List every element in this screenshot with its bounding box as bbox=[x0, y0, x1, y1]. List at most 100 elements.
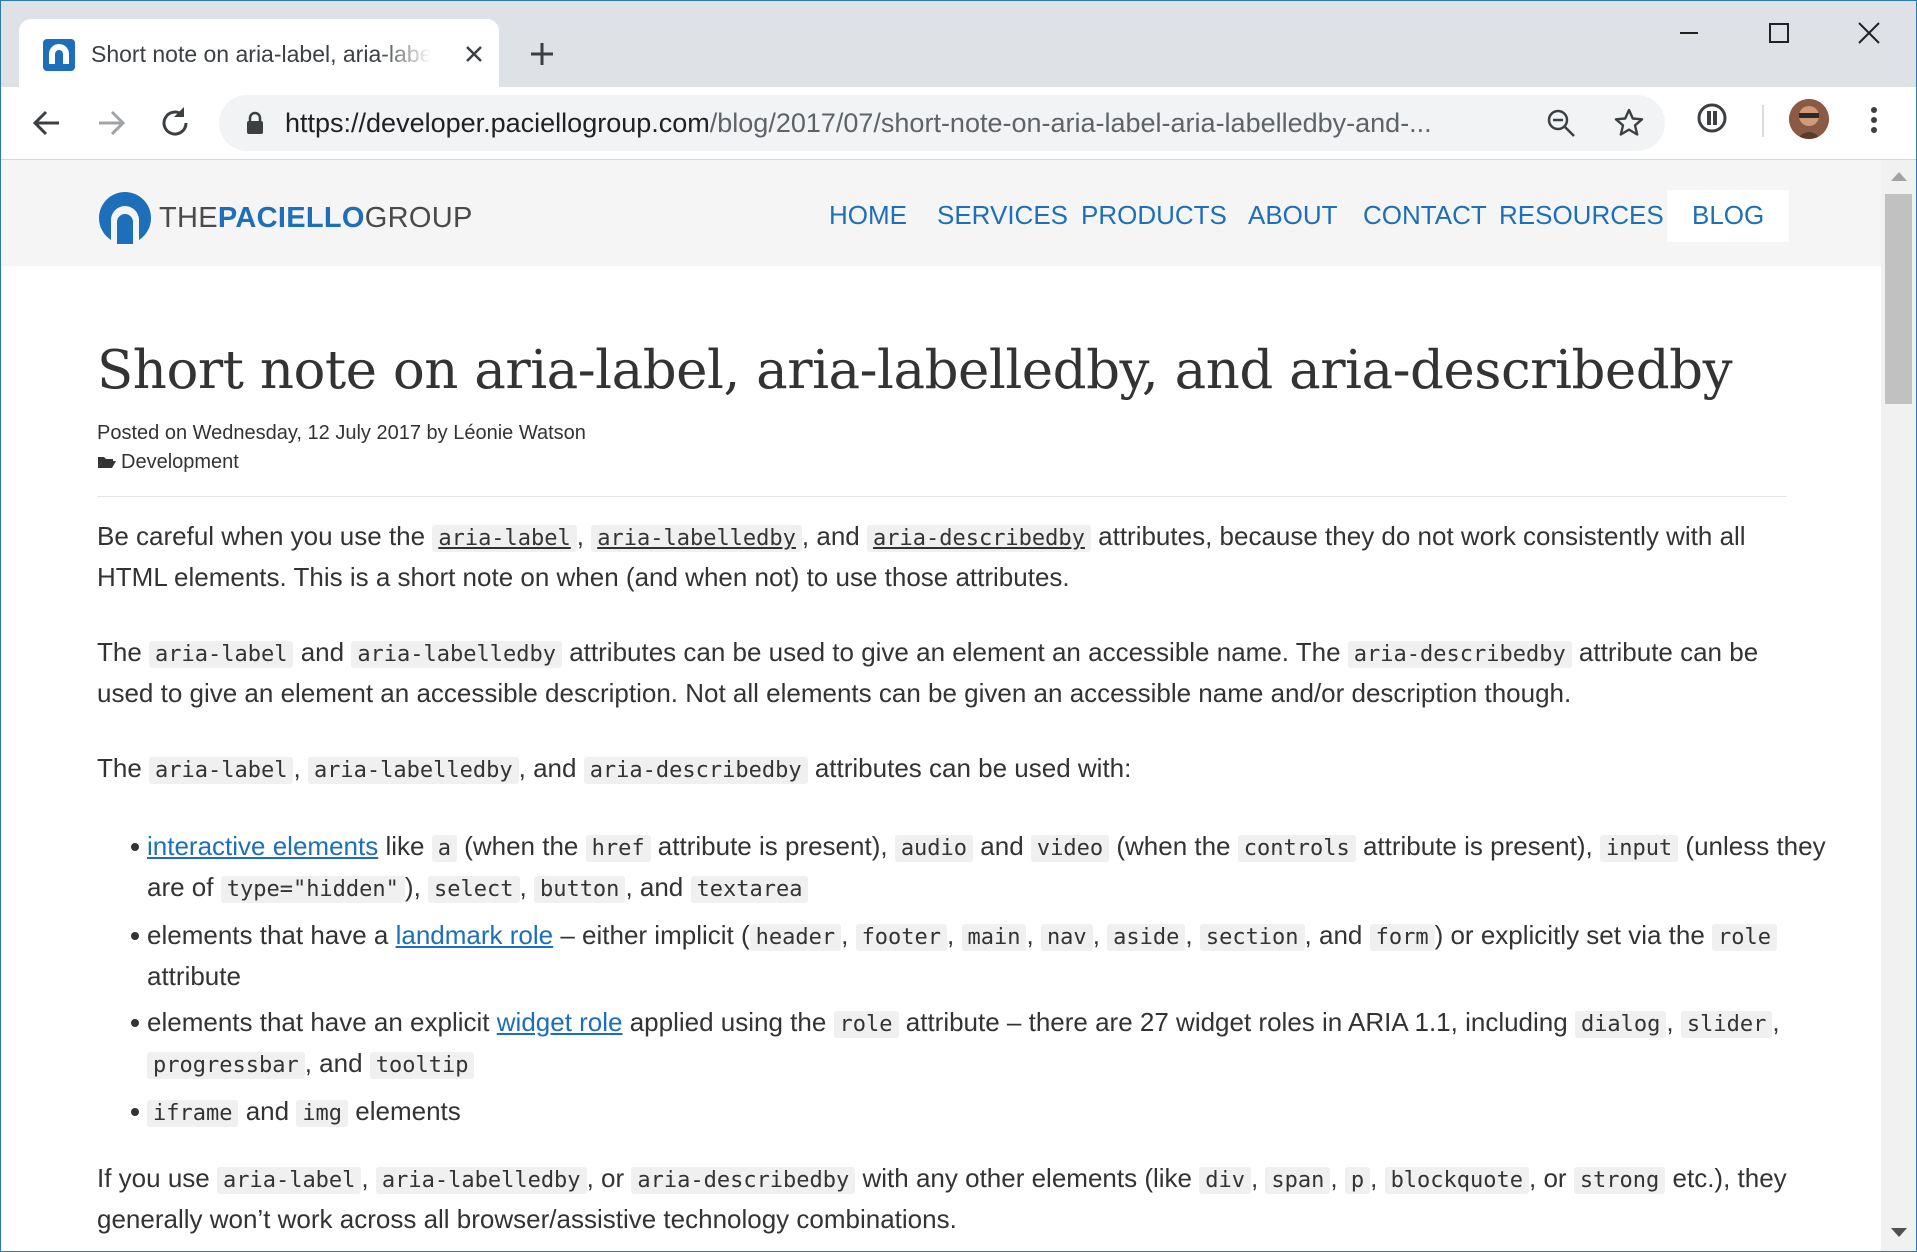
nav-services[interactable]: SERVICES bbox=[937, 200, 1068, 231]
text: , bbox=[1370, 1163, 1385, 1193]
text: , bbox=[1250, 1163, 1266, 1193]
address-bar[interactable]: https://developer.paciellogroup.com/blog… bbox=[219, 95, 1665, 151]
inline-code: select bbox=[428, 876, 520, 903]
inline-code: role bbox=[1712, 924, 1778, 951]
back-icon[interactable] bbox=[25, 101, 69, 145]
inline-code: strong bbox=[1573, 1167, 1666, 1194]
paragraph-intro: Be careful when you use the aria-label , … bbox=[97, 517, 1797, 597]
text: , bbox=[841, 920, 856, 950]
page-viewport: THEPACIELLOGROUP HOME SERVICES PRODUCTS … bbox=[1, 160, 1881, 1251]
divider bbox=[97, 496, 1787, 497]
minimize-icon[interactable] bbox=[1659, 11, 1719, 55]
landmark-role-link[interactable]: landmark role bbox=[396, 920, 554, 950]
close-window-icon[interactable] bbox=[1839, 11, 1899, 55]
text: , bbox=[293, 753, 308, 783]
page-scrollbar[interactable] bbox=[1881, 160, 1916, 1251]
widget-role-link[interactable]: widget role bbox=[497, 1007, 623, 1037]
new-tab-icon[interactable] bbox=[521, 33, 563, 75]
inline-code: blockquote bbox=[1384, 1167, 1530, 1194]
nav-home[interactable]: HOME bbox=[829, 200, 907, 231]
text: elements that have a bbox=[147, 920, 396, 950]
inline-code: nav bbox=[1040, 924, 1093, 951]
browser-tab[interactable]: Short note on aria-label, aria-labelledb… bbox=[19, 19, 499, 87]
browser-toolbar: https://developer.paciellogroup.com/blog… bbox=[1, 87, 1916, 160]
maximize-icon[interactable] bbox=[1749, 11, 1809, 55]
reload-icon[interactable] bbox=[153, 101, 197, 145]
text: , and bbox=[1304, 920, 1370, 950]
nav-contact[interactable]: CONTACT bbox=[1363, 200, 1487, 231]
text: , or bbox=[1529, 1163, 1574, 1193]
post-category: Development bbox=[97, 451, 239, 474]
text: with any other elements (like bbox=[855, 1163, 1200, 1193]
list-item: elements that have an explicit widget ro… bbox=[131, 1003, 1847, 1085]
text: (when the bbox=[456, 831, 586, 861]
post-author[interactable]: Léonie Watson bbox=[453, 422, 586, 444]
inline-code: p bbox=[1344, 1167, 1371, 1194]
inline-code: aria-labelledby bbox=[307, 757, 519, 784]
post-date: Wednesday, 12 July 2017 bbox=[192, 422, 421, 444]
article-title: Short note on aria-label, aria-labelledb… bbox=[97, 340, 1733, 401]
text: , bbox=[1092, 920, 1108, 950]
text: ) or explicitly set via the bbox=[1434, 920, 1713, 950]
paciello-logo-icon bbox=[98, 192, 152, 244]
url-text[interactable]: https://developer.paciellogroup.com/blog… bbox=[285, 106, 1545, 140]
inline-code: aside bbox=[1107, 924, 1186, 951]
inline-code: aria-describedby bbox=[583, 757, 808, 784]
inline-code: span bbox=[1265, 1167, 1331, 1194]
close-tab-icon[interactable] bbox=[459, 39, 489, 69]
text: , bbox=[519, 872, 534, 902]
nav-about[interactable]: ABOUT bbox=[1248, 200, 1338, 231]
text: , and bbox=[518, 753, 584, 783]
bookmark-star-icon[interactable] bbox=[1613, 107, 1645, 139]
logo-word-group: GROUP bbox=[364, 202, 473, 234]
code-link[interactable]: aria-label bbox=[432, 525, 577, 552]
text: , bbox=[1026, 920, 1041, 950]
inline-code: a bbox=[431, 835, 457, 862]
forward-icon[interactable] bbox=[89, 101, 133, 145]
inline-code: div bbox=[1199, 1167, 1251, 1194]
code-link[interactable]: aria-labelledby bbox=[591, 525, 802, 552]
post-by: by bbox=[426, 422, 448, 444]
scrollbar-thumb[interactable] bbox=[1885, 194, 1912, 404]
posted-prefix: Posted on bbox=[97, 422, 188, 444]
scroll-up-arrow-icon[interactable] bbox=[1891, 172, 1907, 181]
lock-icon[interactable] bbox=[245, 111, 265, 135]
nav-blog[interactable]: BLOG bbox=[1692, 200, 1764, 231]
text: , bbox=[1185, 920, 1200, 950]
site-header: THEPACIELLOGROUP HOME SERVICES PRODUCTS … bbox=[1, 160, 1881, 266]
logo-word-the: THE bbox=[159, 202, 218, 234]
list-item: interactive elements like a (when the hr… bbox=[131, 827, 1847, 909]
text: attribute bbox=[147, 961, 241, 991]
scroll-down-arrow-icon[interactable] bbox=[1891, 1228, 1907, 1237]
inline-code: section bbox=[1199, 924, 1305, 951]
toolbar-separator bbox=[1762, 105, 1764, 137]
inline-code: aria-labelledby bbox=[351, 641, 562, 668]
text: , bbox=[1666, 1007, 1681, 1037]
text: Be careful when you use the bbox=[97, 521, 433, 551]
inline-code: main bbox=[961, 924, 1027, 951]
paciello-favicon-icon bbox=[43, 39, 75, 71]
inline-code: header bbox=[749, 924, 842, 951]
zoom-icon[interactable] bbox=[1545, 107, 1577, 139]
text: (when the bbox=[1109, 831, 1238, 861]
category-link[interactable]: Development bbox=[121, 451, 239, 473]
extension-icon[interactable] bbox=[1695, 101, 1729, 135]
text: and bbox=[973, 831, 1031, 861]
inline-code: img bbox=[296, 1100, 349, 1127]
text: , bbox=[947, 920, 962, 950]
inline-code: dialog bbox=[1574, 1011, 1667, 1038]
inline-code: iframe bbox=[147, 1100, 239, 1127]
text: , bbox=[361, 1163, 376, 1193]
code-link[interactable]: aria-describedby bbox=[866, 525, 1091, 552]
inline-code: audio bbox=[894, 835, 974, 862]
interactive-elements-link[interactable]: interactive elements bbox=[147, 831, 378, 861]
inline-code: aria-describedby bbox=[631, 1167, 856, 1194]
text: , or bbox=[586, 1163, 632, 1193]
text: If you use bbox=[97, 1163, 217, 1193]
nav-products[interactable]: PRODUCTS bbox=[1081, 200, 1227, 231]
browser-menu-icon[interactable] bbox=[1859, 103, 1889, 137]
profile-avatar[interactable] bbox=[1789, 99, 1829, 139]
inline-code: slider bbox=[1680, 1011, 1773, 1038]
inline-code: controls bbox=[1237, 835, 1356, 862]
nav-resources[interactable]: RESOURCES bbox=[1499, 200, 1664, 231]
